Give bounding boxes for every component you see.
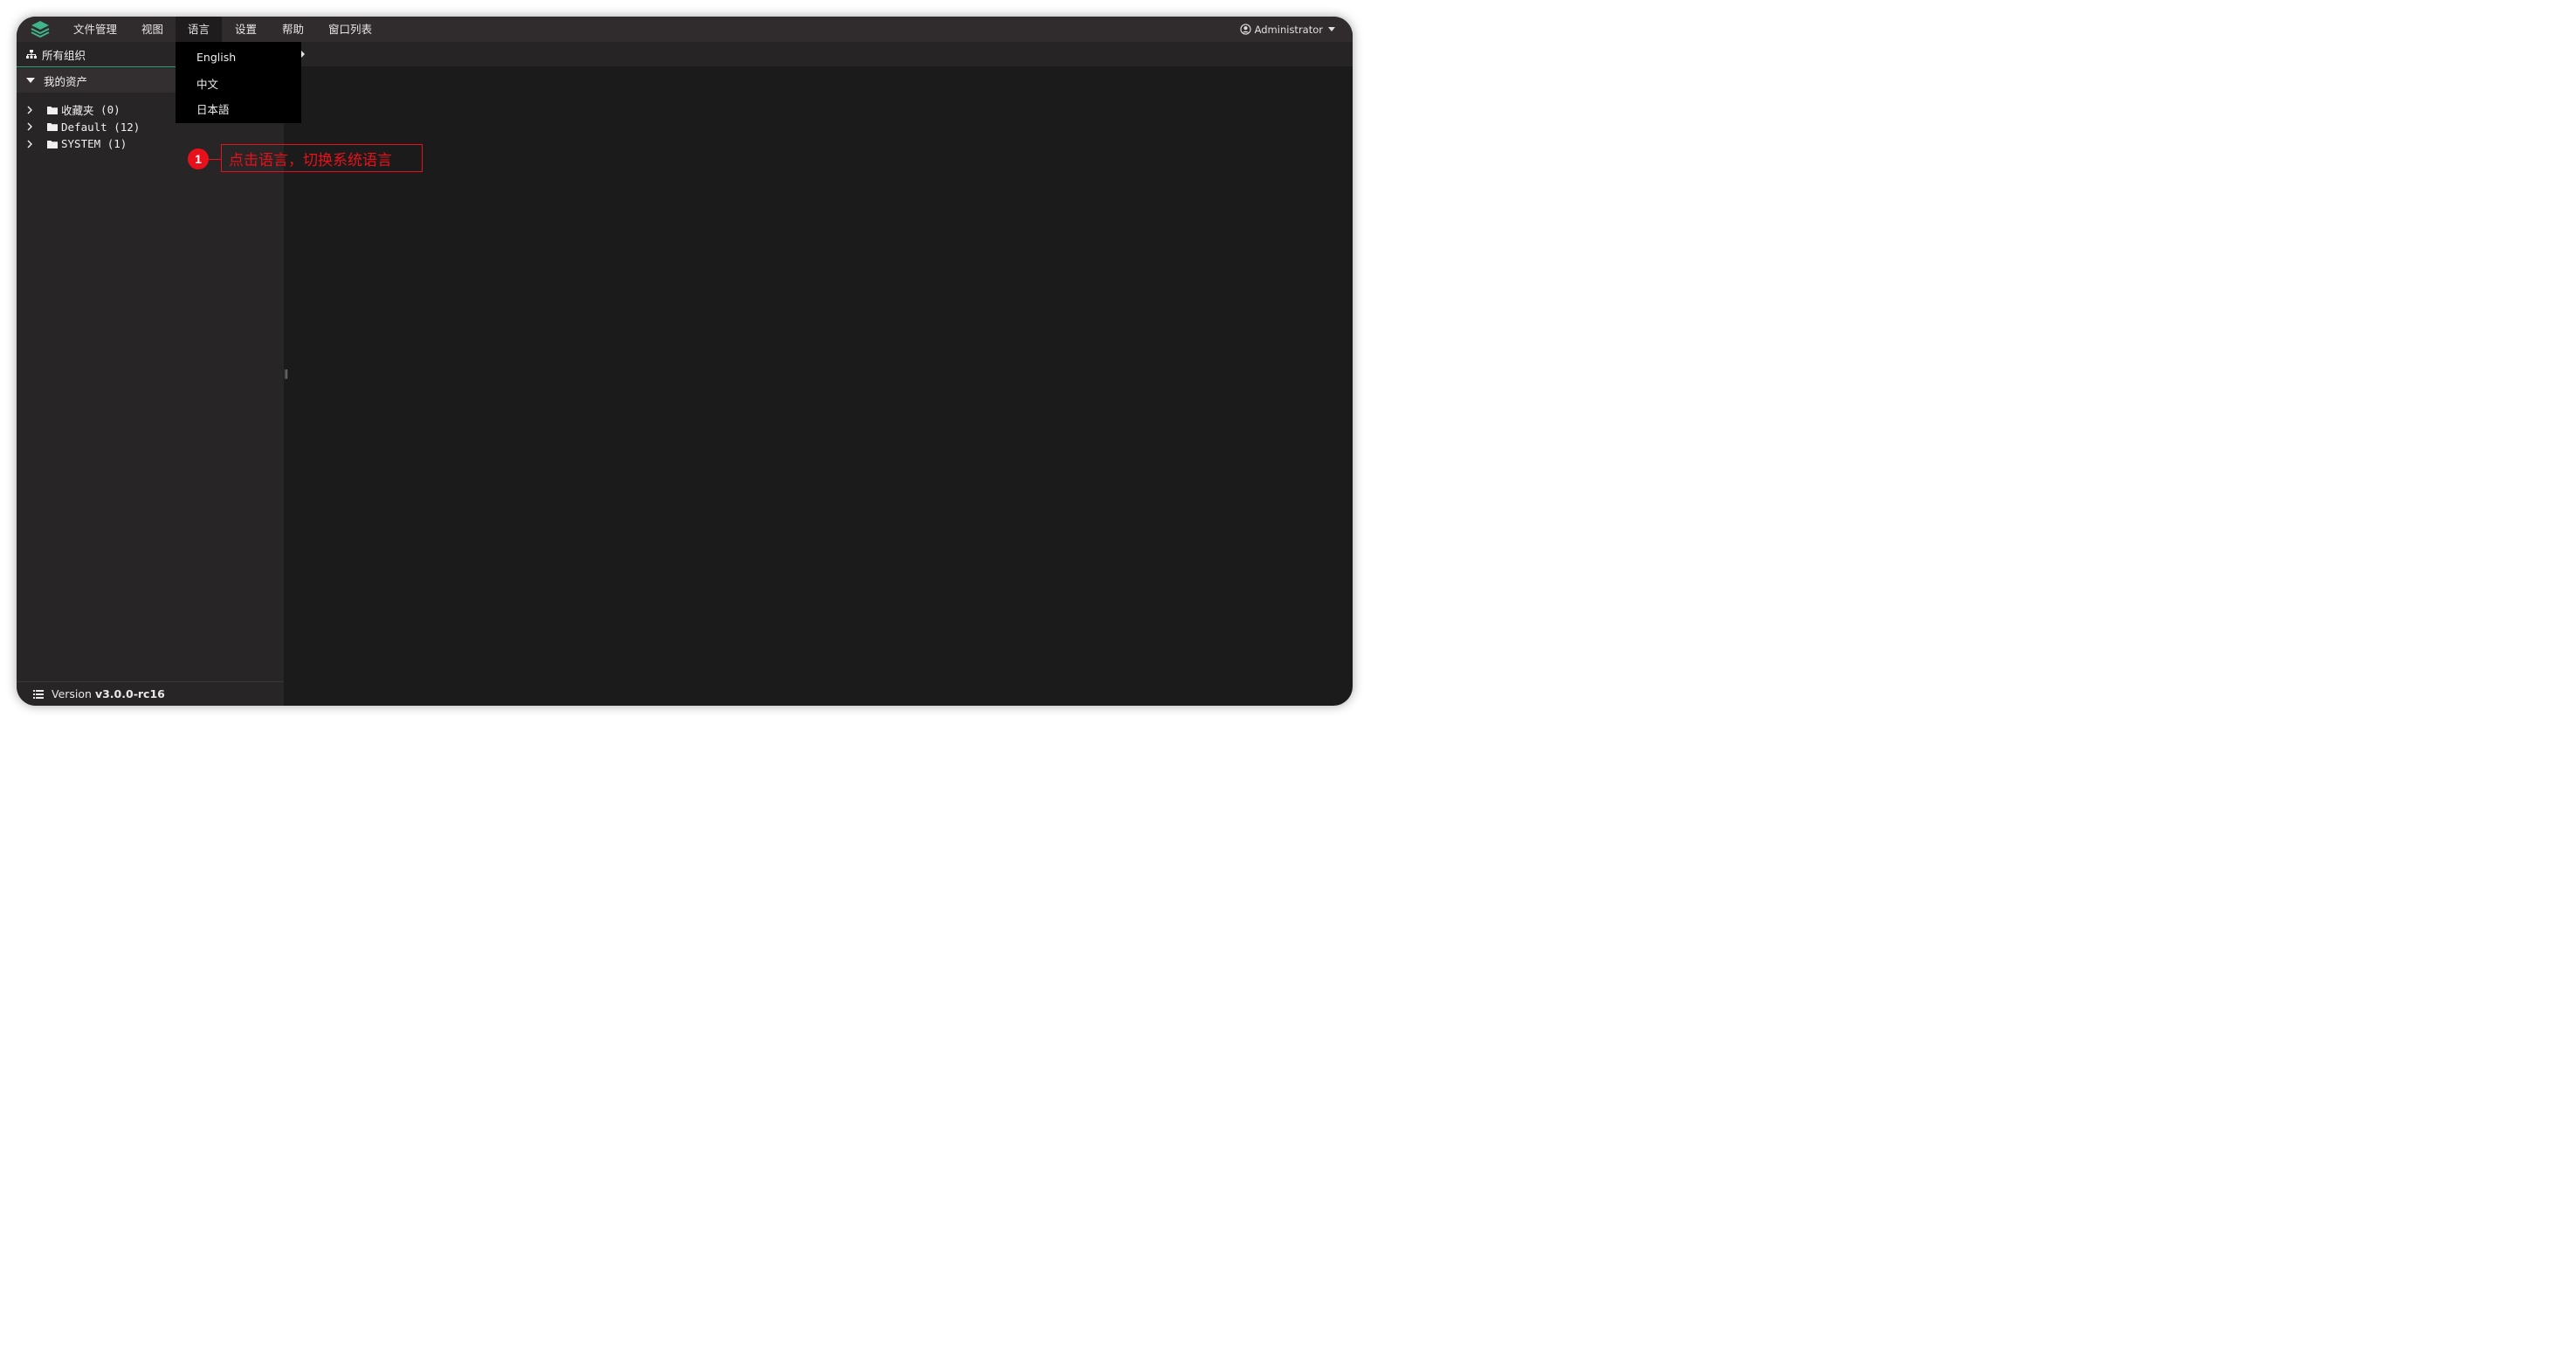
annotation-number-badge: 1 [188, 148, 209, 169]
chevron-right-icon[interactable] [27, 106, 41, 114]
version-prefix: Version [52, 687, 92, 700]
annotation-connector [209, 159, 221, 160]
tree-node-count: (1) [107, 137, 127, 151]
menu-settings[interactable]: 设置 [235, 17, 257, 42]
caret-down-icon [1328, 27, 1335, 31]
tab-bar [284, 42, 1353, 66]
tree-node-name: Default [61, 120, 107, 134]
annotation-callout: 点击语言，切换系统语言 [221, 144, 423, 172]
my-assets-label: 我的资产 [44, 74, 88, 88]
menu-window-list[interactable]: 窗口列表 [328, 17, 372, 42]
menu-view[interactable]: 视图 [141, 17, 163, 42]
annotation-text: 点击语言，切换系统语言 [229, 151, 392, 169]
folder-icon [47, 140, 58, 148]
chevron-right-icon[interactable] [27, 122, 41, 131]
menu-help[interactable]: 帮助 [282, 17, 304, 42]
resize-handle[interactable]: ‖ [284, 368, 289, 379]
menu-language[interactable]: 语言 [176, 17, 222, 42]
folder-icon [47, 122, 58, 132]
all-orgs-label: 所有组织 [42, 48, 86, 62]
list-icon[interactable] [33, 689, 44, 699]
language-option-english[interactable]: English [196, 51, 236, 64]
app-window: 文件管理 视图 语言 设置 帮助 窗口列表 Administrator 所有组织… [17, 17, 1353, 706]
folder-icon [47, 106, 58, 114]
language-dropdown: English 中文 日本語 [176, 42, 301, 123]
tree-node-count: (12) [114, 120, 141, 134]
user-name: Administrator [1254, 23, 1323, 36]
menu-file-manage[interactable]: 文件管理 [73, 17, 117, 42]
collapse-triangle-icon [26, 78, 35, 83]
tree-node-count: (0) [100, 103, 121, 117]
org-tree-icon [26, 49, 37, 59]
menu-bar: 文件管理 视图 语言 设置 帮助 窗口列表 Administrator [17, 17, 1353, 42]
version-value: v3.0.0-rc16 [94, 687, 165, 700]
version-bar: Version v3.0.0-rc16 [17, 681, 284, 706]
all-orgs-selector[interactable]: 所有组织 [17, 42, 176, 67]
app-logo-icon[interactable] [30, 19, 51, 40]
user-menu[interactable]: Administrator [1239, 17, 1335, 42]
user-avatar-icon [1239, 24, 1251, 35]
language-option-chinese[interactable]: 中文 [196, 75, 218, 92]
tree-node-name: SYSTEM [61, 137, 101, 151]
tree-node-name: 收藏夹 [61, 104, 94, 118]
language-option-japanese[interactable]: 日本語 [196, 100, 230, 117]
sidebar: 所有组织 我的资产 收藏夹 (0) Default (12) SYSTEM (1… [17, 42, 284, 706]
chevron-right-icon[interactable] [27, 140, 41, 148]
